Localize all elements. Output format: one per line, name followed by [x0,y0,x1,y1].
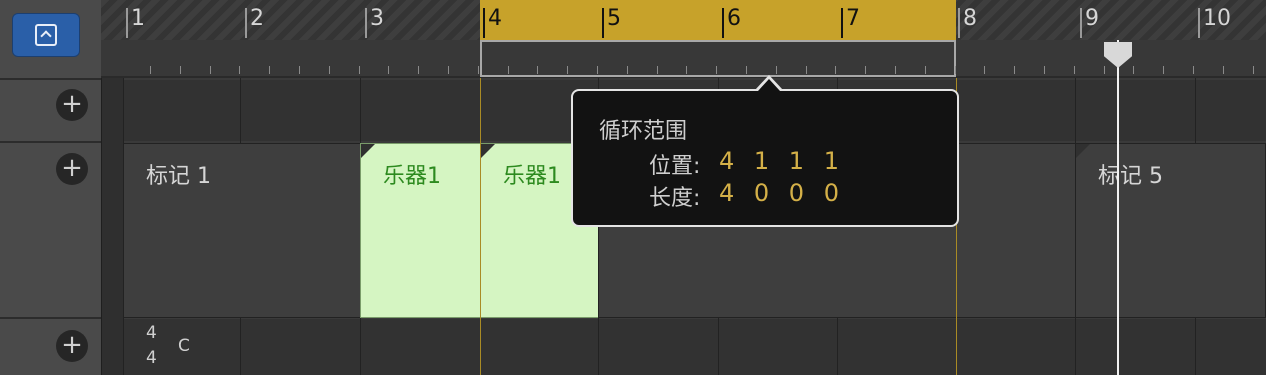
beat-tick [746,66,747,74]
key-signature[interactable]: C [178,338,190,355]
beat-tick [328,66,330,74]
cycle-start-line [480,78,481,375]
instrument-region-1[interactable]: 乐器1 [360,143,481,318]
header-separator [0,78,101,80]
beat-tick [775,66,777,74]
beat-tick [507,66,509,74]
bar-line [841,8,843,38]
bar-line [245,8,247,38]
beat-tick [537,66,539,74]
beat-tick [1252,66,1254,74]
beat-tick [1044,66,1045,74]
cycle-range-tooltip: 循环范围 位置: 4 1 1 1 长度: 4 0 0 0 [571,89,959,227]
beat-tick [448,66,449,74]
marker-region-1[interactable]: 标记 1 [123,143,362,318]
beat-tick [1103,66,1105,74]
beat-tick [269,66,271,74]
plus-icon: + [61,89,83,119]
beat-tick [686,66,688,74]
marker-label: 标记 1 [146,164,211,189]
header-separator [0,141,101,143]
bar-number: 7 [846,6,860,31]
bar-number: 4 [488,6,502,31]
bar-number: 6 [727,6,741,31]
bar-line [958,8,960,38]
region-tab [1076,144,1090,158]
region-tab [481,144,495,158]
region-label: 乐器1 [503,164,561,189]
time-signature-denominator: 4 [146,348,157,368]
add-marker-button[interactable]: + [56,153,88,185]
length-label: 长度: [649,186,701,211]
beat-tick [1133,66,1135,74]
region-label: 乐器1 [383,164,441,189]
beat-tick [1014,66,1016,74]
bar-line [722,8,724,38]
bar-number: 9 [1085,6,1099,31]
cycle-range[interactable] [480,0,956,40]
bar-number: 8 [963,6,977,31]
beat-tick [716,66,718,74]
playhead[interactable] [1117,40,1119,375]
position-label: 位置: [649,154,701,179]
bar-line [1080,8,1082,38]
tooltip-arrow-fill [758,79,780,91]
beat-tick [656,66,658,74]
beat-tick [150,66,151,74]
marker-label: 标记 5 [1098,164,1163,189]
bar-number: 10 [1203,6,1231,31]
beat-tick [1163,66,1165,74]
bar-line [602,8,604,38]
bar-number: 5 [607,6,621,31]
beat-tick [924,66,926,74]
bar-line [126,8,128,38]
beat-tick [209,66,211,74]
beat-tick [358,66,360,74]
show-editor-icon [35,24,57,46]
beat-tick [954,66,956,74]
tooltip-title: 循环范围 [599,119,688,144]
marker-region-5[interactable]: 标记 5 [1075,143,1266,318]
plus-icon: + [61,153,83,183]
beat-tick [179,66,181,74]
bar-number: 2 [250,6,264,31]
bar-number: 3 [370,6,384,31]
bar-line [1198,8,1200,38]
beat-tick [865,66,867,74]
beat-tick [1073,66,1075,74]
bar-line [483,8,485,38]
region-tab [361,144,375,158]
beat-tick [984,66,986,74]
beat-tick [835,66,837,74]
beat-tick [597,66,598,74]
plus-icon: + [61,330,83,360]
beat-tick [895,66,896,74]
time-signature-numerator: 4 [146,323,157,343]
beat-tick [477,66,479,74]
show-global-tracks-button[interactable] [12,13,80,57]
signature-track-row [123,319,1266,375]
add-signature-button[interactable]: + [56,330,88,362]
bar-line [365,8,367,38]
length-value: 4 0 0 0 [719,179,845,207]
beat-tick [299,66,300,74]
beat-tick [239,66,241,74]
position-value: 4 1 1 1 [719,147,845,175]
beat-tick [418,66,420,74]
beat-tick [626,66,628,74]
beat-tick [1193,66,1194,74]
beat-tick [805,66,807,74]
cycle-range-outline [480,40,956,77]
bar-number: 1 [131,6,145,31]
beat-tick [1222,66,1224,74]
beat-tick [388,66,390,74]
header-separator [0,317,101,319]
beat-tick [567,66,569,74]
add-global-track-button[interactable]: + [56,89,88,121]
